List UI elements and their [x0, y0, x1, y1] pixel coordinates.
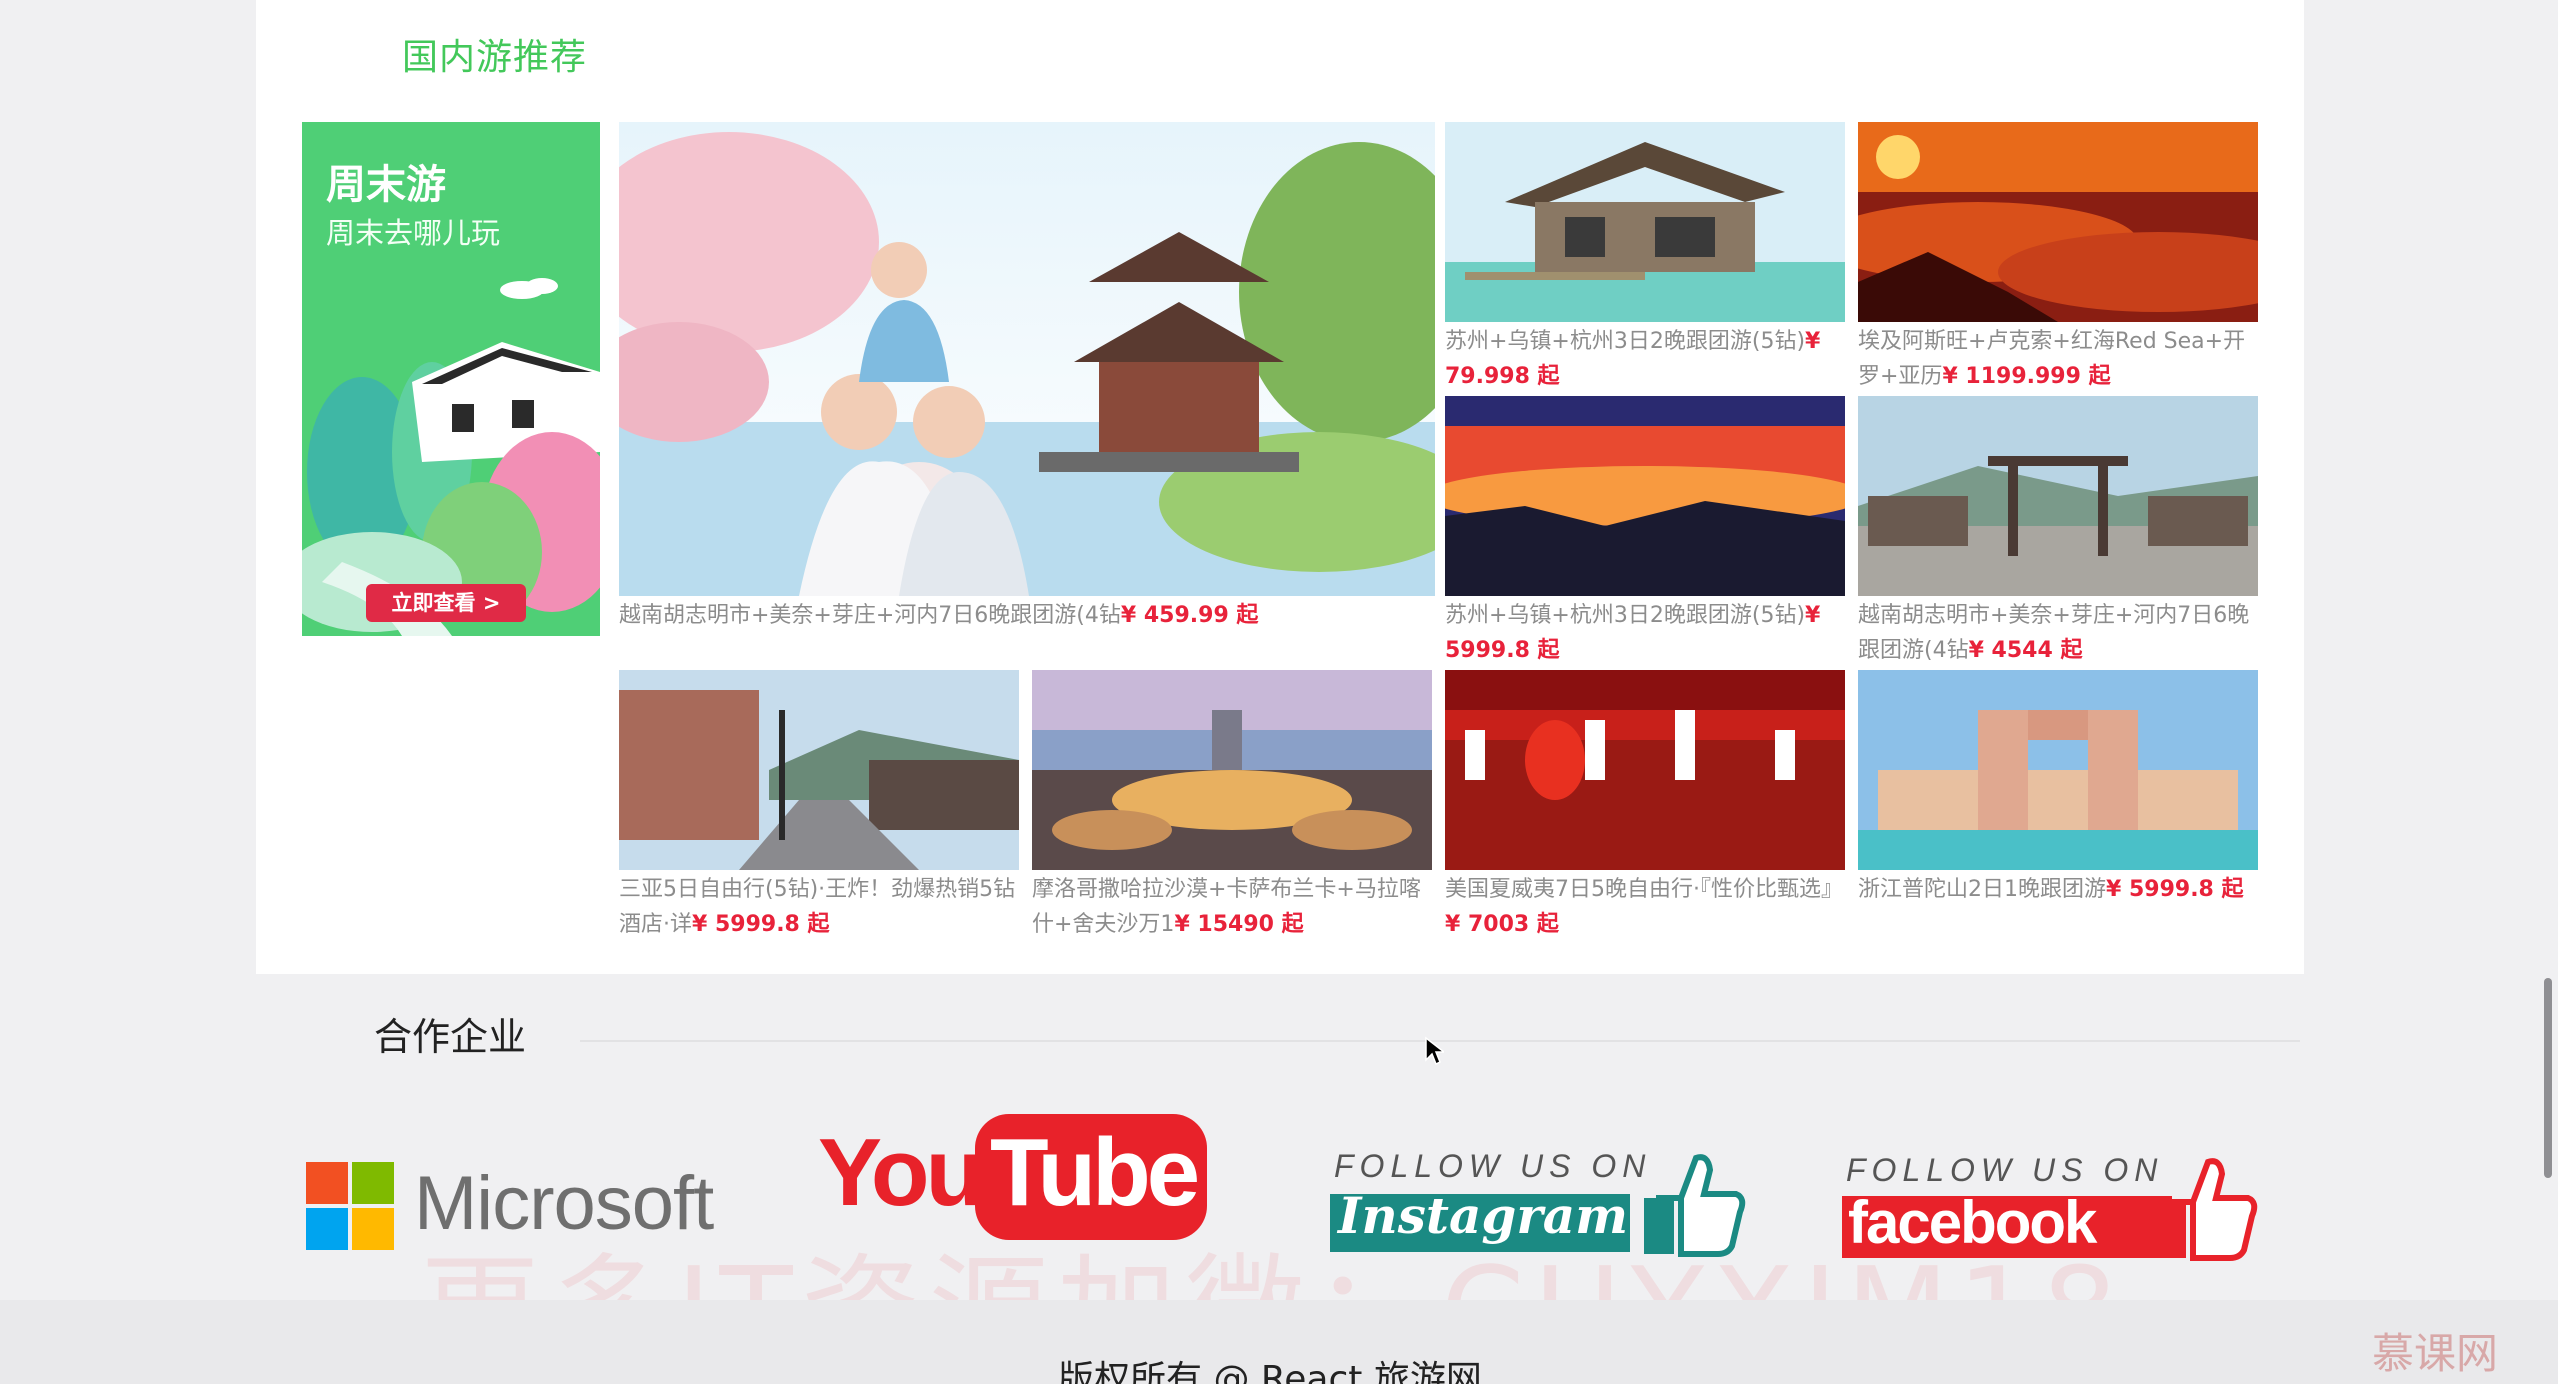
- product-price: ¥ 459.99 起: [1120, 603, 1259, 628]
- product-caption[interactable]: 摩洛哥撒哈拉沙漠+卡萨布兰卡+马拉喀什+舍夫沙万1¥ 15490 起: [1032, 872, 1432, 942]
- torii-street-photo: [1858, 396, 2258, 596]
- microsoft-logo-icon[interactable]: [306, 1162, 394, 1250]
- product-card-image[interactable]: [1032, 670, 1432, 870]
- product-title: 越南胡志明市+美奈+芽庄+河内7日6晚跟团游(4钻: [619, 603, 1121, 628]
- product-price: ¥ 7003 起: [1445, 912, 1559, 937]
- old-town-street-photo: [619, 670, 1019, 870]
- product-card-image[interactable]: [1858, 670, 2258, 870]
- partners-title: 合作企业: [374, 1015, 527, 1059]
- product-title: 浙江普陀山2日1晚跟团游: [1858, 877, 2106, 902]
- product-card-image[interactable]: [1858, 122, 2258, 322]
- product-price: ¥ 1199.999 起: [1942, 364, 2111, 389]
- product-caption[interactable]: 苏州+乌镇+杭州3日2晚跟团游(5钻)¥ 5999.8 起: [1445, 598, 1845, 668]
- product-caption[interactable]: 埃及阿斯旺+卢克索+红海Red Sea+开罗+亚历¥ 1199.999 起: [1858, 324, 2258, 394]
- view-now-button[interactable]: 立即查看 >: [366, 584, 526, 622]
- page-scrollbar[interactable]: [2544, 978, 2552, 1178]
- product-card-image[interactable]: [1445, 396, 1845, 596]
- product-caption[interactable]: 苏州+乌镇+杭州3日2晚跟团游(5钻)¥ 79.998 起: [1445, 324, 1845, 394]
- product-price: ¥ 4544 起: [1968, 638, 2083, 663]
- mountain-sunrise-photo: [1445, 396, 1845, 596]
- promo-subtitle: 周末去哪儿玩: [326, 216, 501, 250]
- product-card-image[interactable]: [1445, 670, 1845, 870]
- product-caption[interactable]: 越南胡志明市+美奈+芽庄+河内7日6晚跟团游(4钻¥ 4544 起: [1858, 598, 2258, 668]
- product-title: 美国夏威夷7日5晚自由行·『性价比甄选』: [1445, 877, 1843, 902]
- city-night-photo: [1032, 670, 1432, 870]
- product-caption[interactable]: 美国夏威夷7日5晚自由行·『性价比甄选』 ¥ 7003 起: [1445, 872, 1845, 942]
- youtube-logo-tube[interactable]: Tube: [990, 1118, 1200, 1228]
- product-card-image[interactable]: [1858, 396, 2258, 596]
- product-title: 苏州+乌镇+杭州3日2晚跟团游(5钻): [1445, 603, 1806, 628]
- water-villa-photo: [1445, 122, 1845, 322]
- product-price: ¥ 15490 起: [1174, 912, 1304, 937]
- product-caption[interactable]: 浙江普陀山2日1晚跟团游¥ 5999.8 起: [1858, 872, 2258, 942]
- product-title: 苏州+乌镇+杭州3日2晚跟团游(5钻): [1445, 329, 1806, 354]
- mouse-cursor-icon: [1425, 1036, 1444, 1066]
- product-price: ¥ 5999.8 起: [692, 912, 830, 937]
- instagram-follow-label: FOLLOW US ON: [1334, 1148, 1652, 1184]
- corner-brand-logo: 慕课网: [2372, 1329, 2499, 1378]
- family-lake-pavilion-photo: [619, 122, 1435, 596]
- thumbs-up-icon: [2156, 1158, 2258, 1261]
- copyright-text: 版权所有 @ React 旅游网: [1058, 1359, 1482, 1384]
- product-card-image-featured[interactable]: [619, 122, 1435, 596]
- product-caption[interactable]: 越南胡志明市+美奈+芽庄+河内7日6晚跟团游(4钻¥ 459.99 起: [619, 598, 1435, 638]
- promo-title: 周末游: [326, 162, 446, 208]
- red-lantern-temple-photo: [1445, 670, 1845, 870]
- product-caption[interactable]: 三亚5日自由行(5钻)·王炸！劲爆热销5钻酒店·详¥ 5999.8 起: [619, 872, 1019, 942]
- facebook-follow-label: FOLLOW US ON: [1846, 1152, 2164, 1188]
- product-card-image[interactable]: [1445, 122, 1845, 322]
- product-price: ¥ 5999.8 起: [2106, 877, 2244, 902]
- sunset-clouds-photo: [1858, 122, 2258, 322]
- resort-hotel-photo: [1858, 670, 2258, 870]
- product-card-image[interactable]: [619, 670, 1019, 870]
- weekend-promo-banner[interactable]: 周末游 周末去哪儿玩 立即查看 >: [302, 122, 600, 636]
- youtube-logo-you[interactable]: You: [818, 1118, 984, 1228]
- section-title: 国内游推荐: [402, 37, 588, 78]
